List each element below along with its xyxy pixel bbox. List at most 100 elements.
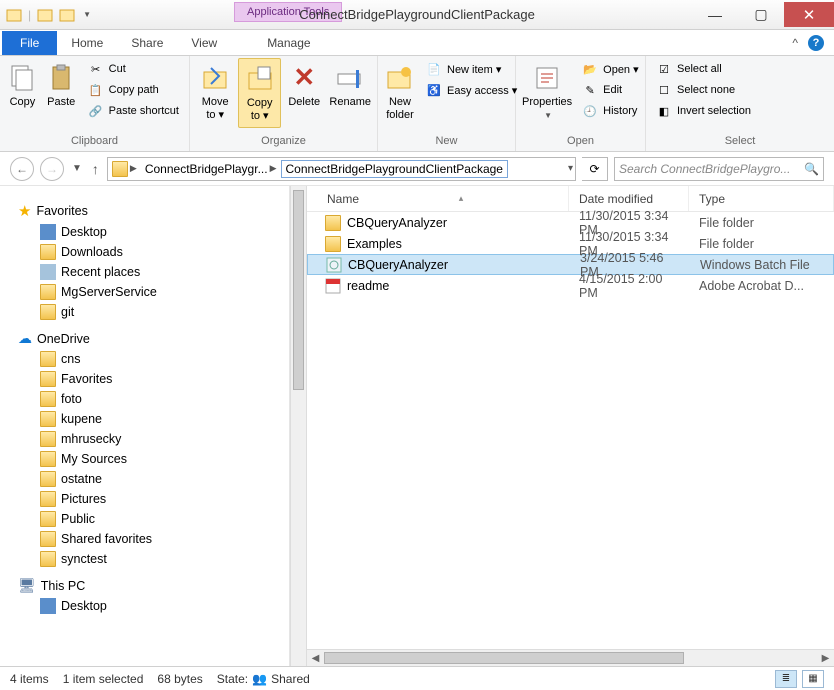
share-tab[interactable]: Share (117, 31, 177, 55)
desktop-icon (40, 598, 56, 614)
tree-kupene[interactable]: kupene (0, 409, 289, 429)
folder-icon (40, 431, 56, 447)
nav-scrollbar[interactable] (290, 186, 307, 666)
tree-favorites2[interactable]: Favorites (0, 369, 289, 389)
invert-selection-icon: ◧ (656, 103, 672, 119)
organize-group-label: Organize (194, 133, 373, 149)
file-type: Adobe Acrobat D... (689, 279, 834, 293)
folder-new-qat-icon[interactable] (37, 7, 53, 23)
maximize-button[interactable]: ▢ (738, 2, 784, 27)
copy-to-button[interactable]: Copy to ▾ (238, 58, 281, 128)
column-name[interactable]: Name▴ (307, 186, 569, 211)
list-scrollbar[interactable]: ◀ ▶ (307, 649, 834, 666)
delete-button[interactable]: ✕ Delete (283, 58, 325, 113)
refresh-button[interactable]: ⟳ (582, 157, 608, 181)
tree-favorites[interactable]: ★Favorites (0, 200, 289, 222)
help-icon[interactable]: ? (808, 35, 824, 51)
tree-onedrive[interactable]: ☁OneDrive (0, 328, 289, 349)
collapse-ribbon-icon[interactable]: ^ (792, 36, 798, 50)
folder-icon (40, 244, 56, 260)
folder-icon (40, 371, 56, 387)
cut-button[interactable]: ✂Cut (86, 60, 181, 78)
select-none-button[interactable]: ☐Select none (654, 81, 753, 99)
batch-file-icon (326, 257, 342, 273)
file-tab[interactable]: File (2, 31, 57, 55)
breadcrumb[interactable]: ▶ ConnectBridgePlaygr...▶ ConnectBridgeP… (107, 157, 576, 181)
rename-button[interactable]: Rename (327, 58, 373, 113)
folder-icon (40, 451, 56, 467)
move-to-button[interactable]: Move to ▾ (194, 58, 236, 126)
open-icon: 📂 (582, 61, 598, 77)
paste-button[interactable]: Paste (43, 58, 80, 113)
breadcrumb-seg2[interactable]: ConnectBridgePlaygroundClientPackage (286, 162, 503, 176)
icons-view-button[interactable]: ▦ (802, 670, 824, 688)
tree-recent-places[interactable]: Recent places (0, 262, 289, 282)
cloud-icon: ☁ (18, 330, 32, 347)
tree-foto[interactable]: foto (0, 389, 289, 409)
tree-shared-favorites[interactable]: Shared favorites (0, 529, 289, 549)
status-size: 68 bytes (157, 672, 202, 686)
path-icon: 📋 (88, 82, 104, 98)
address-dropdown-icon[interactable]: ▾ (566, 163, 575, 174)
edit-button[interactable]: ✎Edit (580, 81, 641, 99)
scroll-right-icon[interactable]: ▶ (817, 653, 834, 664)
history-button[interactable]: 🕘History (580, 102, 641, 120)
tree-desktop[interactable]: Desktop (0, 222, 289, 242)
folder-icon (325, 215, 341, 231)
file-row[interactable]: readme4/15/2015 2:00 PMAdobe Acrobat D..… (307, 275, 834, 296)
tree-synctest[interactable]: synctest (0, 549, 289, 569)
close-button[interactable]: ✕ (784, 2, 834, 27)
tree-cns[interactable]: cns (0, 349, 289, 369)
easy-access-button[interactable]: ♿Easy access ▾ (424, 81, 519, 99)
breadcrumb-seg1[interactable]: ConnectBridgePlaygr... (145, 162, 268, 176)
folder-icon (112, 161, 128, 177)
properties-button[interactable]: Properties▼ (520, 58, 574, 125)
new-item-button[interactable]: 📄New item ▾ (424, 60, 519, 78)
folder-icon (40, 411, 56, 427)
minimize-button[interactable]: — (692, 2, 738, 27)
folder-icon (40, 491, 56, 507)
select-all-button[interactable]: ☑Select all (654, 60, 753, 78)
copy-button[interactable]: Copy (4, 58, 41, 113)
tree-mgserverservice[interactable]: MgServerService (0, 282, 289, 302)
tree-mysources[interactable]: My Sources (0, 449, 289, 469)
file-name: Examples (347, 237, 402, 251)
tree-ostatne[interactable]: ostatne (0, 469, 289, 489)
copy-path-button[interactable]: 📋Copy path (86, 81, 181, 99)
search-input[interactable]: Search ConnectBridgePlaygro... 🔍 (614, 157, 824, 181)
home-tab[interactable]: Home (57, 29, 117, 55)
tree-downloads[interactable]: Downloads (0, 242, 289, 262)
recent-locations-button[interactable]: ▼ (70, 163, 84, 174)
paste-shortcut-button[interactable]: 🔗Paste shortcut (86, 102, 181, 120)
view-tab[interactable]: View (177, 31, 231, 55)
star-icon: ★ (18, 202, 31, 220)
file-name: readme (347, 279, 389, 293)
open-button[interactable]: 📂Open ▾ (580, 60, 641, 78)
column-type[interactable]: Type (689, 186, 834, 211)
forward-button[interactable]: → (40, 157, 64, 181)
scroll-left-icon[interactable]: ◀ (307, 653, 324, 664)
history-icon: 🕘 (582, 103, 598, 119)
recent-icon (40, 264, 56, 280)
back-button[interactable]: ← (10, 157, 34, 181)
invert-selection-button[interactable]: ◧Invert selection (654, 102, 753, 120)
new-item-icon: 📄 (426, 61, 442, 77)
app-icon (6, 7, 22, 23)
tree-pictures[interactable]: Pictures (0, 489, 289, 509)
navigation-pane[interactable]: ★Favorites Desktop Downloads Recent plac… (0, 186, 290, 666)
folder-qat-icon[interactable] (59, 7, 75, 23)
new-folder-button[interactable]: New folder (382, 58, 418, 126)
up-button[interactable]: ↑ (90, 161, 101, 177)
shortcut-icon: 🔗 (88, 103, 104, 119)
refresh-icon: ⟳ (589, 162, 599, 176)
tree-git[interactable]: git (0, 302, 289, 322)
column-date[interactable]: Date modified (569, 186, 689, 211)
tree-desktop2[interactable]: Desktop (0, 596, 289, 616)
qat-dropdown-icon[interactable]: ▼ (83, 10, 91, 19)
details-view-button[interactable]: ≣ (775, 670, 797, 688)
tree-mhrusecky[interactable]: mhrusecky (0, 429, 289, 449)
scissors-icon: ✂ (88, 61, 104, 77)
tree-thispc[interactable]: 🖥This PC (0, 575, 289, 596)
manage-tab[interactable]: Manage (253, 31, 324, 55)
tree-public[interactable]: Public (0, 509, 289, 529)
